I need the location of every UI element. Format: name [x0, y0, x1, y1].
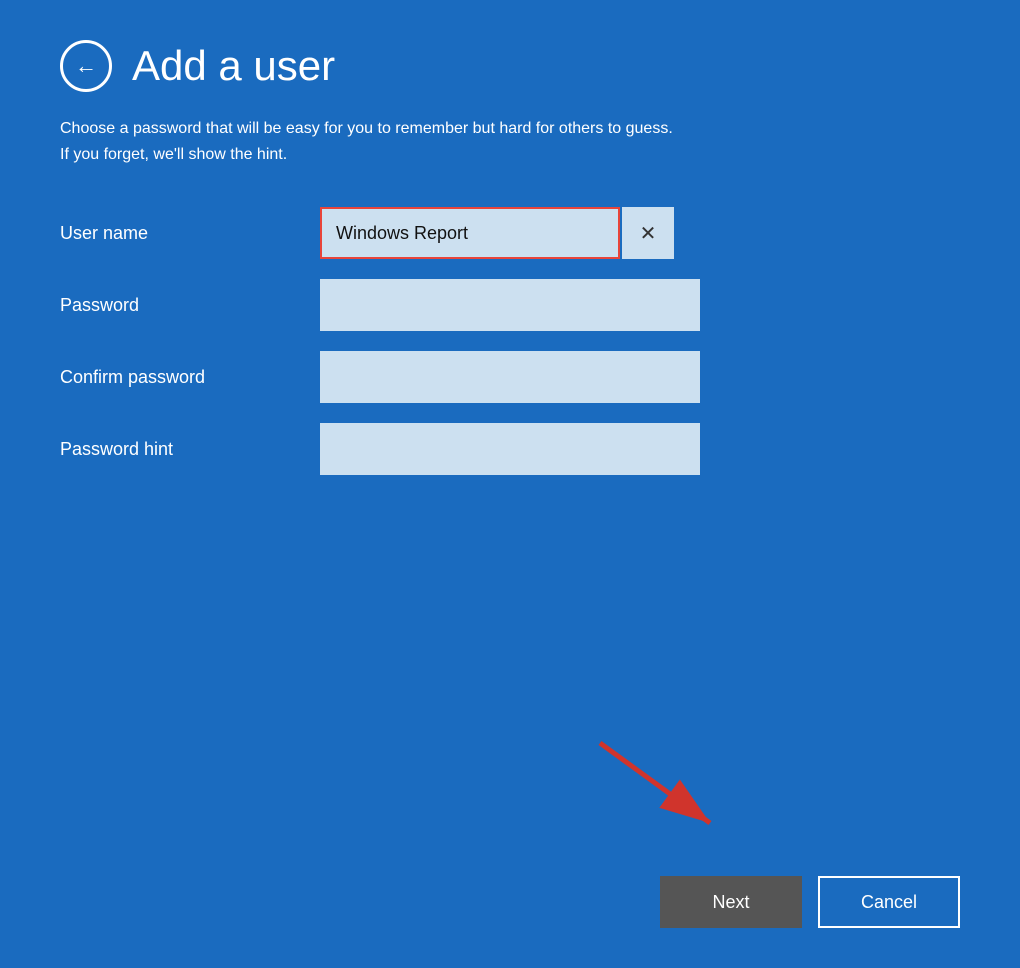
- password-hint-row: Password hint: [60, 423, 960, 475]
- username-input[interactable]: [320, 207, 620, 259]
- password-hint-label: Password hint: [60, 439, 280, 460]
- username-label: User name: [60, 223, 280, 244]
- clear-username-button[interactable]: ✕: [622, 207, 674, 259]
- form-container: User name ✕ Password Confirm password Pa…: [60, 207, 960, 475]
- username-row: User name ✕: [60, 207, 960, 259]
- password-hint-input[interactable]: [320, 423, 700, 475]
- back-arrow-icon: ←: [75, 55, 97, 77]
- username-input-wrapper: ✕: [320, 207, 674, 259]
- password-row: Password: [60, 279, 960, 331]
- password-input[interactable]: [320, 279, 700, 331]
- subtitle: Choose a password that will be easy for …: [60, 116, 760, 167]
- bottom-section: Next Cancel: [660, 876, 960, 928]
- page-title: Add a user: [132, 42, 335, 90]
- next-button[interactable]: Next: [660, 876, 802, 928]
- page-container: ← Add a user Choose a password that will…: [0, 0, 1020, 968]
- header: ← Add a user: [60, 40, 960, 92]
- subtitle-line1: Choose a password that will be easy for …: [60, 120, 673, 137]
- clear-icon: ✕: [640, 221, 657, 246]
- back-button[interactable]: ←: [60, 40, 112, 92]
- confirm-password-label: Confirm password: [60, 367, 280, 388]
- confirm-password-row: Confirm password: [60, 351, 960, 403]
- cancel-button[interactable]: Cancel: [818, 876, 960, 928]
- confirm-password-input[interactable]: [320, 351, 700, 403]
- password-label: Password: [60, 295, 280, 316]
- subtitle-line2: If you forget, we'll show the hint.: [60, 146, 287, 163]
